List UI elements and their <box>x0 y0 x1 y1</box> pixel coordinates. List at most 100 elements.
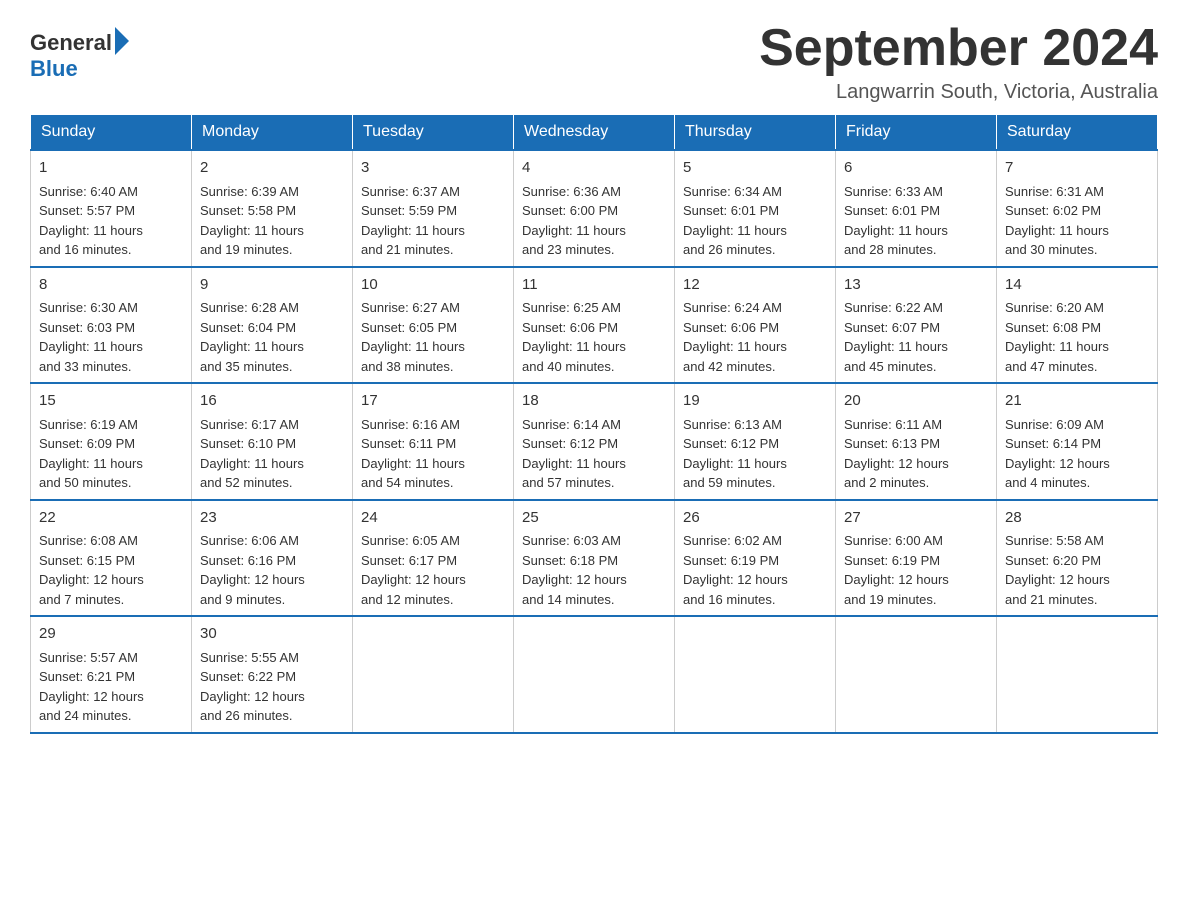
day-info: Sunrise: 6:40 AMSunset: 5:57 PMDaylight:… <box>39 184 143 258</box>
day-number: 16 <box>200 390 344 413</box>
day-info: Sunrise: 6:27 AMSunset: 6:05 PMDaylight:… <box>361 300 465 374</box>
day-info: Sunrise: 6:36 AMSunset: 6:00 PMDaylight:… <box>522 184 626 258</box>
table-row: 1 Sunrise: 6:40 AMSunset: 5:57 PMDayligh… <box>31 150 192 267</box>
table-row: 7 Sunrise: 6:31 AMSunset: 6:02 PMDayligh… <box>997 150 1158 267</box>
day-info: Sunrise: 6:17 AMSunset: 6:10 PMDaylight:… <box>200 417 304 491</box>
logo-blue-text: Blue <box>30 56 78 81</box>
day-info: Sunrise: 6:33 AMSunset: 6:01 PMDaylight:… <box>844 184 948 258</box>
day-number: 28 <box>1005 507 1149 530</box>
table-row: 19 Sunrise: 6:13 AMSunset: 6:12 PMDaylig… <box>675 383 836 500</box>
table-row: 2 Sunrise: 6:39 AMSunset: 5:58 PMDayligh… <box>192 150 353 267</box>
table-row: 6 Sunrise: 6:33 AMSunset: 6:01 PMDayligh… <box>836 150 997 267</box>
table-row: 16 Sunrise: 6:17 AMSunset: 6:10 PMDaylig… <box>192 383 353 500</box>
col-sunday: Sunday <box>31 115 192 151</box>
table-row <box>353 616 514 733</box>
table-row: 3 Sunrise: 6:37 AMSunset: 5:59 PMDayligh… <box>353 150 514 267</box>
day-info: Sunrise: 6:13 AMSunset: 6:12 PMDaylight:… <box>683 417 787 491</box>
col-tuesday: Tuesday <box>353 115 514 151</box>
day-info: Sunrise: 6:00 AMSunset: 6:19 PMDaylight:… <box>844 533 949 607</box>
table-row: 29 Sunrise: 5:57 AMSunset: 6:21 PMDaylig… <box>31 616 192 733</box>
day-number: 15 <box>39 390 183 413</box>
day-info: Sunrise: 6:28 AMSunset: 6:04 PMDaylight:… <box>200 300 304 374</box>
day-number: 19 <box>683 390 827 413</box>
table-row: 17 Sunrise: 6:16 AMSunset: 6:11 PMDaylig… <box>353 383 514 500</box>
table-row: 21 Sunrise: 6:09 AMSunset: 6:14 PMDaylig… <box>997 383 1158 500</box>
day-info: Sunrise: 6:20 AMSunset: 6:08 PMDaylight:… <box>1005 300 1109 374</box>
table-row: 10 Sunrise: 6:27 AMSunset: 6:05 PMDaylig… <box>353 267 514 384</box>
calendar-row: 8 Sunrise: 6:30 AMSunset: 6:03 PMDayligh… <box>31 267 1158 384</box>
day-number: 29 <box>39 623 183 646</box>
table-row: 14 Sunrise: 6:20 AMSunset: 6:08 PMDaylig… <box>997 267 1158 384</box>
day-info: Sunrise: 6:39 AMSunset: 5:58 PMDaylight:… <box>200 184 304 258</box>
table-row: 23 Sunrise: 6:06 AMSunset: 6:16 PMDaylig… <box>192 500 353 617</box>
day-number: 21 <box>1005 390 1149 413</box>
day-number: 4 <box>522 157 666 180</box>
table-row: 20 Sunrise: 6:11 AMSunset: 6:13 PMDaylig… <box>836 383 997 500</box>
day-number: 6 <box>844 157 988 180</box>
table-row: 5 Sunrise: 6:34 AMSunset: 6:01 PMDayligh… <box>675 150 836 267</box>
table-row: 11 Sunrise: 6:25 AMSunset: 6:06 PMDaylig… <box>514 267 675 384</box>
day-number: 27 <box>844 507 988 530</box>
calendar-row: 1 Sunrise: 6:40 AMSunset: 5:57 PMDayligh… <box>31 150 1158 267</box>
table-row: 25 Sunrise: 6:03 AMSunset: 6:18 PMDaylig… <box>514 500 675 617</box>
calendar-row: 29 Sunrise: 5:57 AMSunset: 6:21 PMDaylig… <box>31 616 1158 733</box>
table-row: 22 Sunrise: 6:08 AMSunset: 6:15 PMDaylig… <box>31 500 192 617</box>
col-monday: Monday <box>192 115 353 151</box>
table-row <box>997 616 1158 733</box>
col-friday: Friday <box>836 115 997 151</box>
logo-general-text: General <box>30 30 112 56</box>
day-number: 23 <box>200 507 344 530</box>
day-info: Sunrise: 6:24 AMSunset: 6:06 PMDaylight:… <box>683 300 787 374</box>
day-info: Sunrise: 6:30 AMSunset: 6:03 PMDaylight:… <box>39 300 143 374</box>
day-number: 17 <box>361 390 505 413</box>
day-info: Sunrise: 6:16 AMSunset: 6:11 PMDaylight:… <box>361 417 465 491</box>
col-thursday: Thursday <box>675 115 836 151</box>
calendar-row: 15 Sunrise: 6:19 AMSunset: 6:09 PMDaylig… <box>31 383 1158 500</box>
calendar-header-row: Sunday Monday Tuesday Wednesday Thursday… <box>31 115 1158 151</box>
day-number: 1 <box>39 157 183 180</box>
day-info: Sunrise: 6:19 AMSunset: 6:09 PMDaylight:… <box>39 417 143 491</box>
table-row: 12 Sunrise: 6:24 AMSunset: 6:06 PMDaylig… <box>675 267 836 384</box>
day-info: Sunrise: 5:55 AMSunset: 6:22 PMDaylight:… <box>200 650 305 724</box>
day-number: 12 <box>683 274 827 297</box>
day-info: Sunrise: 6:11 AMSunset: 6:13 PMDaylight:… <box>844 417 949 491</box>
logo: General Blue <box>30 30 129 82</box>
day-number: 8 <box>39 274 183 297</box>
day-number: 3 <box>361 157 505 180</box>
day-number: 2 <box>200 157 344 180</box>
day-number: 26 <box>683 507 827 530</box>
day-number: 11 <box>522 274 666 297</box>
table-row: 24 Sunrise: 6:05 AMSunset: 6:17 PMDaylig… <box>353 500 514 617</box>
location-subtitle: Langwarrin South, Victoria, Australia <box>759 81 1158 104</box>
day-info: Sunrise: 6:31 AMSunset: 6:02 PMDaylight:… <box>1005 184 1109 258</box>
day-info: Sunrise: 6:22 AMSunset: 6:07 PMDaylight:… <box>844 300 948 374</box>
col-saturday: Saturday <box>997 115 1158 151</box>
day-number: 9 <box>200 274 344 297</box>
table-row: 8 Sunrise: 6:30 AMSunset: 6:03 PMDayligh… <box>31 267 192 384</box>
day-info: Sunrise: 6:09 AMSunset: 6:14 PMDaylight:… <box>1005 417 1110 491</box>
month-title: September 2024 <box>759 20 1158 77</box>
day-info: Sunrise: 6:37 AMSunset: 5:59 PMDaylight:… <box>361 184 465 258</box>
page-header: General Blue September 2024 Langwarrin S… <box>30 20 1158 104</box>
day-info: Sunrise: 6:05 AMSunset: 6:17 PMDaylight:… <box>361 533 466 607</box>
day-number: 22 <box>39 507 183 530</box>
day-number: 13 <box>844 274 988 297</box>
day-info: Sunrise: 5:58 AMSunset: 6:20 PMDaylight:… <box>1005 533 1110 607</box>
calendar-row: 22 Sunrise: 6:08 AMSunset: 6:15 PMDaylig… <box>31 500 1158 617</box>
table-row: 26 Sunrise: 6:02 AMSunset: 6:19 PMDaylig… <box>675 500 836 617</box>
table-row: 27 Sunrise: 6:00 AMSunset: 6:19 PMDaylig… <box>836 500 997 617</box>
day-info: Sunrise: 5:57 AMSunset: 6:21 PMDaylight:… <box>39 650 144 724</box>
day-info: Sunrise: 6:34 AMSunset: 6:01 PMDaylight:… <box>683 184 787 258</box>
table-row: 28 Sunrise: 5:58 AMSunset: 6:20 PMDaylig… <box>997 500 1158 617</box>
table-row: 18 Sunrise: 6:14 AMSunset: 6:12 PMDaylig… <box>514 383 675 500</box>
day-info: Sunrise: 6:06 AMSunset: 6:16 PMDaylight:… <box>200 533 305 607</box>
table-row: 13 Sunrise: 6:22 AMSunset: 6:07 PMDaylig… <box>836 267 997 384</box>
table-row: 4 Sunrise: 6:36 AMSunset: 6:00 PMDayligh… <box>514 150 675 267</box>
calendar-table: Sunday Monday Tuesday Wednesday Thursday… <box>30 114 1158 734</box>
day-info: Sunrise: 6:14 AMSunset: 6:12 PMDaylight:… <box>522 417 626 491</box>
logo-triangle-icon <box>115 27 129 55</box>
day-number: 7 <box>1005 157 1149 180</box>
title-block: September 2024 Langwarrin South, Victori… <box>759 20 1158 104</box>
table-row: 15 Sunrise: 6:19 AMSunset: 6:09 PMDaylig… <box>31 383 192 500</box>
table-row: 30 Sunrise: 5:55 AMSunset: 6:22 PMDaylig… <box>192 616 353 733</box>
